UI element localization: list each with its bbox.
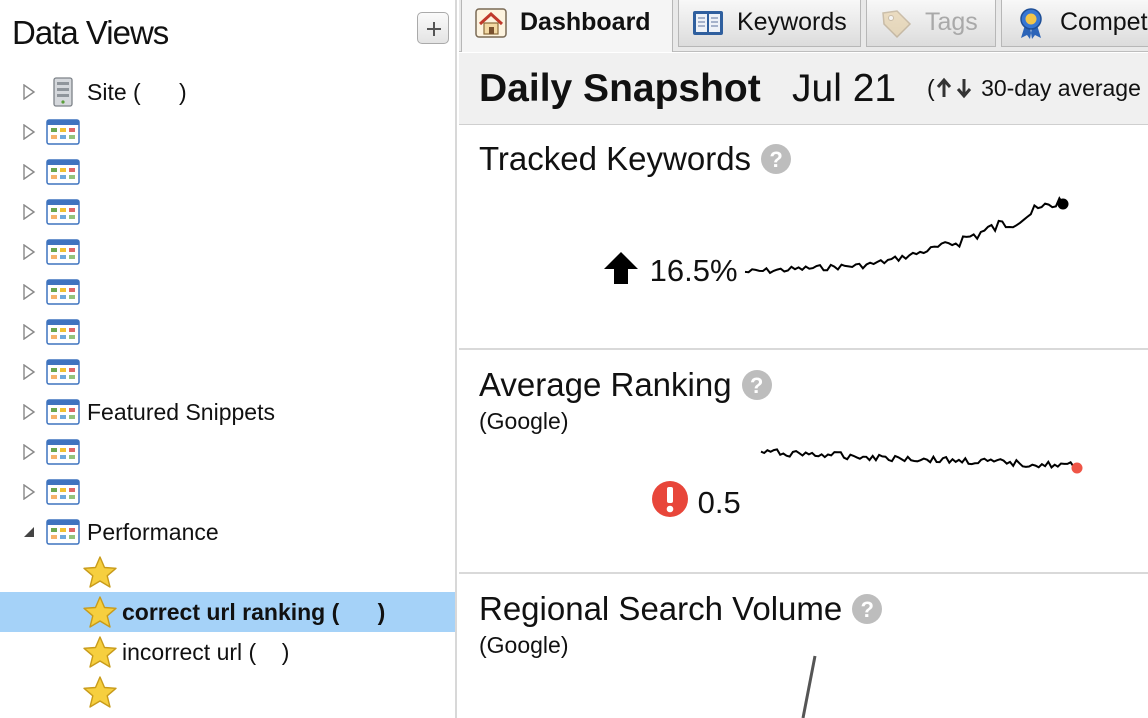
grid-icon (46, 439, 80, 465)
tracked-keywords-change: 16.5% (649, 253, 738, 288)
collapsed-arrow-icon[interactable] (22, 284, 36, 300)
tab-label: Competit (1060, 8, 1148, 36)
collapsed-arrow-icon[interactable] (22, 364, 36, 380)
legend-text: 30-day average (981, 75, 1141, 101)
tree-item[interactable] (0, 152, 455, 192)
card-title-text: Tracked Keywords (479, 140, 752, 177)
sidebar-title: Data Views (12, 14, 169, 51)
snapshot-title: Daily Snapshot (479, 67, 761, 110)
card-title-text: Regional Search Volume (479, 590, 843, 627)
up-arrow-icon (604, 252, 638, 284)
grid-icon (46, 519, 80, 545)
tree-item[interactable] (0, 352, 455, 392)
collapsed-arrow-icon[interactable] (22, 244, 36, 260)
tab-bar: Dashboard Keywords Tags Competit (459, 0, 1148, 52)
grid-icon (46, 199, 80, 225)
grid-icon (46, 479, 80, 505)
tree-leaf-item[interactable] (0, 552, 455, 592)
tab-competitors[interactable]: Competit (1001, 0, 1148, 47)
snapshot-legend: ( 30-day average (927, 75, 1141, 102)
grid-icon (46, 159, 80, 185)
book-icon (693, 11, 723, 35)
data-views-sidebar: Data Views Site ( ) Featured Snippets Perf… (0, 0, 457, 718)
tab-label: Keywords (737, 8, 847, 36)
regional-search-volume-sparkline (801, 655, 817, 718)
tree-item[interactable] (0, 432, 455, 472)
average-ranking-metric: 0.5 (651, 480, 741, 521)
average-ranking-change: 0.5 (697, 485, 741, 520)
tree-item-label: incorrect url ( ) (122, 639, 290, 665)
tree-item[interactable]: Site ( ) (0, 72, 455, 112)
card-title: Regional Search Volume? (479, 590, 883, 628)
tree-leaf-item[interactable] (0, 672, 455, 712)
tab-keywords[interactable]: Keywords (678, 0, 861, 47)
card-subtitle: (Google) (479, 632, 569, 658)
grid-icon (46, 359, 80, 385)
collapsed-arrow-icon[interactable] (22, 444, 36, 460)
tracked-keywords-card: Tracked Keywords? 16.5% (459, 126, 1148, 350)
grid-icon (46, 319, 80, 345)
legend-paren: ( (927, 75, 935, 101)
plus-icon (427, 22, 441, 36)
daily-snapshot-header: Daily Snapshot Jul 21 ( 30-day average (459, 53, 1148, 125)
ribbon-icon (1020, 8, 1042, 39)
server-icon (53, 77, 73, 107)
tab-tags[interactable]: Tags (866, 0, 996, 47)
tab-dashboard[interactable]: Dashboard (461, 0, 673, 52)
tracked-keywords-sparkline (744, 196, 1069, 275)
star-icon (83, 596, 117, 628)
tree-item[interactable] (0, 472, 455, 512)
grid-icon (46, 239, 80, 265)
card-subtitle: (Google) (479, 408, 569, 434)
average-ranking-sparkline (760, 448, 1083, 474)
collapsed-arrow-icon[interactable] (22, 204, 36, 220)
help-icon[interactable]: ? (852, 594, 883, 624)
grid-icon (46, 119, 80, 145)
tree-item[interactable]: Featured Snippets (0, 392, 455, 432)
add-view-button[interactable] (417, 12, 449, 44)
average-ranking-card: Average Ranking? (Google) 0.5 (459, 352, 1148, 574)
tag-icon (882, 10, 912, 39)
collapsed-arrow-icon[interactable] (22, 164, 36, 180)
home-icon (475, 8, 507, 38)
tree-item-label: Site ( ) (87, 79, 187, 105)
tree-item[interactable] (0, 112, 455, 152)
tree-leaf-item[interactable]: correct url ranking ( ) (0, 592, 455, 632)
star-icon (83, 636, 117, 668)
collapsed-arrow-icon[interactable] (22, 324, 36, 340)
up-down-arrows-icon (936, 77, 971, 99)
star-icon (83, 676, 117, 708)
tree-item[interactable] (0, 192, 455, 232)
help-icon[interactable]: ? (761, 144, 792, 174)
card-title-text: Average Ranking (479, 366, 732, 403)
tree-leaf-item[interactable]: incorrect url ( ) (0, 632, 455, 672)
tree-item[interactable]: Performance (0, 512, 455, 552)
card-title: Average Ranking? (479, 366, 772, 404)
tree-item[interactable] (0, 272, 455, 312)
expanded-arrow-icon[interactable] (22, 524, 36, 540)
collapsed-arrow-icon[interactable] (22, 484, 36, 500)
collapsed-arrow-icon[interactable] (22, 404, 36, 420)
tracked-keywords-metric: 16.5% (601, 250, 738, 289)
snapshot-date: Jul 21 (792, 67, 897, 110)
alert-icon (652, 481, 688, 517)
tree-item-label: Featured Snippets (87, 399, 275, 425)
tab-label: Dashboard (520, 8, 651, 36)
collapsed-arrow-icon[interactable] (22, 124, 36, 140)
tree-item-label: correct url ranking ( ) (122, 599, 386, 625)
grid-icon (46, 399, 80, 425)
tab-label: Tags (925, 8, 978, 36)
tree-item-label: Performance (87, 519, 219, 545)
regional-search-volume-card: Regional Search Volume? (Google) (459, 576, 1148, 718)
tree-item[interactable] (0, 312, 455, 352)
grid-icon (46, 279, 80, 305)
card-title: Tracked Keywords? (479, 140, 792, 178)
help-icon[interactable]: ? (741, 370, 772, 400)
tree-item[interactable] (0, 232, 455, 272)
collapsed-arrow-icon[interactable] (22, 84, 36, 100)
star-icon (83, 556, 117, 588)
